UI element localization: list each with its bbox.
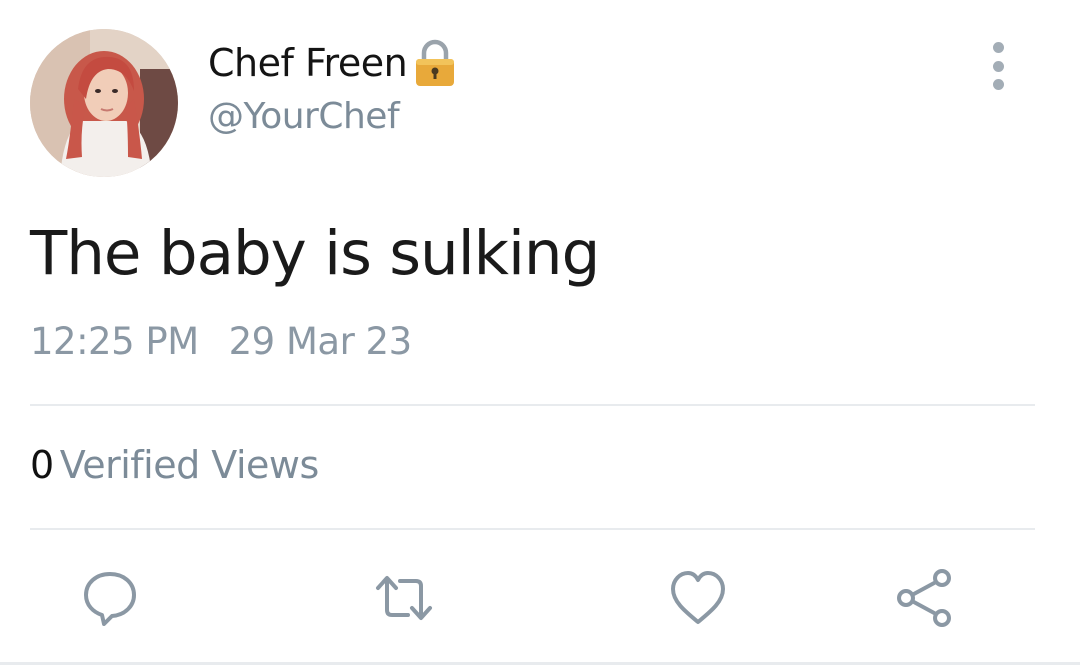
tweet-text: The baby is sulking	[30, 218, 600, 289]
reply-button[interactable]	[80, 568, 140, 628]
display-name[interactable]: Chef Freen	[208, 41, 408, 85]
retweet-button[interactable]	[374, 568, 434, 628]
heart-icon	[671, 571, 725, 624]
divider	[30, 528, 1035, 530]
like-button[interactable]	[668, 568, 728, 628]
retweet-icon	[376, 576, 432, 620]
views-stat[interactable]: 0 Verified Views	[30, 443, 319, 487]
comment-icon	[84, 572, 136, 626]
avatar[interactable]	[30, 29, 178, 177]
more-dot-icon	[992, 60, 1004, 72]
views-label: Verified Views	[59, 443, 320, 487]
name-row: Chef Freen	[208, 38, 457, 88]
profile-photo-icon	[30, 29, 178, 177]
share-icon	[897, 569, 951, 627]
more-options-button[interactable]	[984, 38, 1012, 94]
tweet-card: Chef Freen @YourChef The baby is sulking…	[0, 0, 1080, 665]
lock-icon	[416, 39, 455, 86]
more-dot-icon	[992, 42, 1004, 53]
user-handle[interactable]: @YourChef	[208, 96, 400, 137]
divider	[30, 404, 1035, 406]
views-count: 0	[30, 443, 54, 487]
tweet-time: 12:25 PM	[30, 320, 199, 363]
share-button[interactable]	[894, 568, 954, 628]
tweet-date: 29 Mar 23	[228, 320, 413, 363]
tweet-timestamp: 12:25 PM 29 Mar 23	[30, 320, 412, 363]
more-dot-icon	[992, 79, 1004, 90]
